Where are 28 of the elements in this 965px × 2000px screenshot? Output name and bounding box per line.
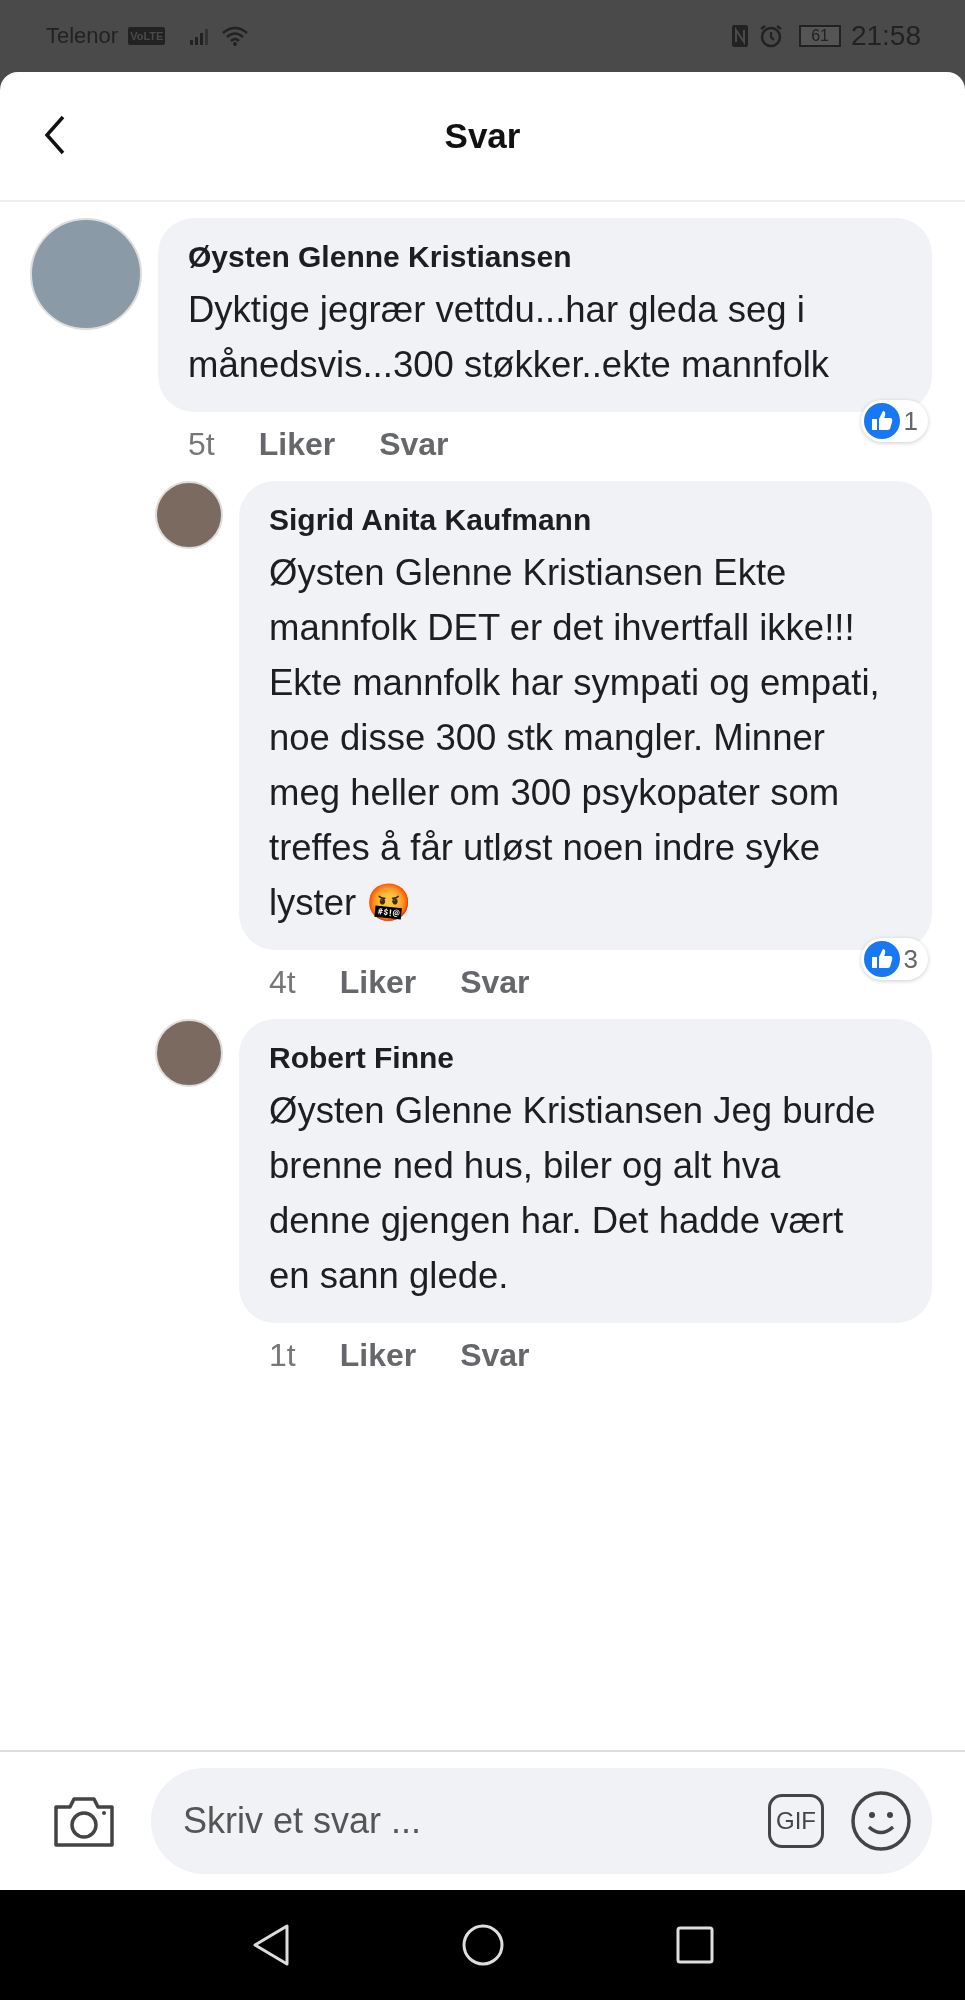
- home-circle-icon[interactable]: [460, 1923, 505, 1967]
- reply-input-field[interactable]: Skriv et svar ... GIF: [151, 1768, 932, 1874]
- comment-time: 4t: [269, 964, 296, 1001]
- comment-time: 5t: [188, 426, 215, 463]
- like-link[interactable]: Liker: [258, 426, 336, 463]
- wifi-icon: [221, 26, 250, 46]
- recents-square-icon[interactable]: [674, 1925, 715, 1965]
- comment-text: Dyktige jegrær vettdu...har gleda seg i månedsvis...300 støkker..ekte mannfolk: [188, 288, 831, 387]
- comment-text: Øysten Glenne Kristiansen Ekte mannfolk DET er det ihvertfall ikke!!! Ekte mannfolk har sympati og empati, noe disse 300 stk mangler. Minner meg heller om 300 psykopater som treffes å får utløst noen indre syke lyster 🤬: [269, 551, 881, 925]
- gif-button[interactable]: GIF: [768, 1794, 824, 1848]
- like-link[interactable]: Liker: [339, 1337, 417, 1374]
- smiley-icon[interactable]: [850, 1790, 912, 1852]
- reply-link[interactable]: Svar: [460, 964, 530, 1001]
- reaction-badge[interactable]: 1: [860, 400, 928, 442]
- thumbs-up-icon: [863, 941, 900, 977]
- reply-link[interactable]: Svar: [460, 1337, 530, 1374]
- comment-time: 1t: [269, 1337, 296, 1374]
- like-link[interactable]: Liker: [339, 964, 417, 1001]
- comment-text: Øysten Glenne Kristiansen Jeg burde brenne ned hus, biler og alt hva denne gjengen har. Det hadde vært en sann glede.: [269, 1089, 877, 1298]
- nfc-icon: [731, 24, 750, 48]
- reaction-badge[interactable]: 3: [860, 938, 928, 980]
- reply-link[interactable]: Svar: [379, 426, 449, 463]
- author-name[interactable]: Sigrid Anita Kaufmann: [269, 503, 902, 537]
- alarm-clock-icon: [759, 24, 784, 48]
- author-name[interactable]: Øysten Glenne Kristiansen: [188, 240, 902, 274]
- thumbs-up-icon: [863, 403, 900, 439]
- author-name[interactable]: Robert Finne: [269, 1041, 902, 1075]
- page-title: Svar: [444, 116, 521, 156]
